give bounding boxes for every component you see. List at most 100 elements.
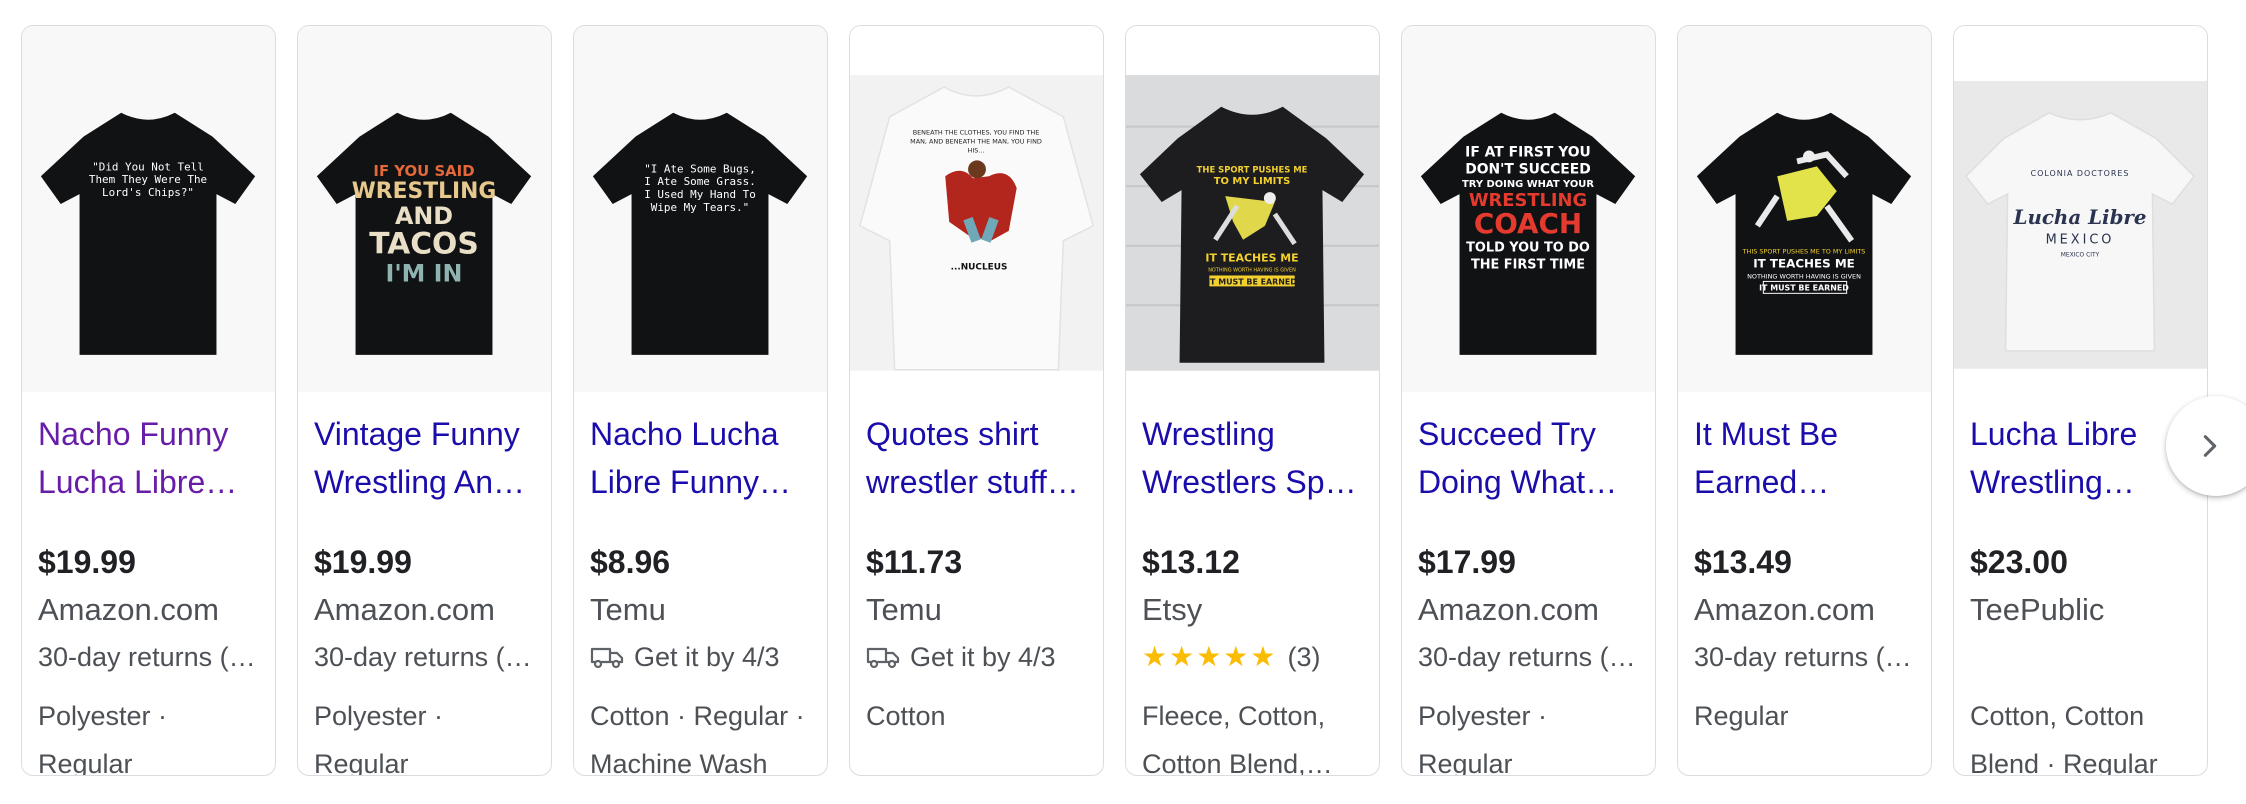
product-price: $8.96 bbox=[590, 544, 671, 580]
product-price: $13.12 bbox=[1142, 544, 1240, 580]
product-price: $11.73 bbox=[866, 544, 963, 580]
shirt-text: NOTHING WORTH HAVING IS GIVEN bbox=[1747, 272, 1861, 280]
shirt-text: IT MUST BE EARNED bbox=[1759, 283, 1849, 292]
shirt-text: "Did You Not Tell bbox=[92, 160, 204, 173]
product-attributes: Polyester · Regular bbox=[314, 701, 444, 776]
shirt-text: THE FIRST TIME bbox=[1471, 258, 1585, 273]
product-image[interactable]: "I Ate Some Bugs, I Ate Some Grass. I Us… bbox=[574, 26, 827, 392]
product-title[interactable]: Quotes shirt wrestler stuff nucleus bbox=[866, 410, 1089, 506]
shirt-text: DON'T SUCCEED bbox=[1465, 161, 1591, 177]
product-title[interactable]: It Must Be Earned Wrestling Shirt bbox=[1694, 410, 1917, 506]
product-card[interactable]: COLONIA DOCTORES Lucha Libre MEXICO MEXI… bbox=[1953, 25, 2208, 776]
product-seller: Amazon.com bbox=[1418, 592, 1599, 627]
product-attributes: Polyester · Regular bbox=[1418, 701, 1548, 776]
product-card[interactable]: THIS SPORT PUSHES ME TO MY LIMITS IT TEA… bbox=[1677, 25, 1932, 776]
delivery-info: Get it by 4/3 bbox=[866, 636, 1093, 678]
product-card[interactable]: "I Ate Some Bugs, I Ate Some Grass. I Us… bbox=[573, 25, 828, 776]
product-title[interactable]: Wrestling Wrestlers Sport Shirt bbox=[1142, 410, 1365, 506]
shirt-text: "I Ate Some Bugs, bbox=[644, 162, 756, 175]
product-card[interactable]: THE SPORT PUSHES ME TO MY LIMITS IT TEAC… bbox=[1125, 25, 1380, 776]
shirt-text: I Ate Some Grass. bbox=[644, 175, 756, 188]
shirt-text: Lord's Chips?" bbox=[102, 186, 194, 199]
shirt-text: THE SPORT PUSHES ME bbox=[1197, 164, 1308, 174]
product-price: $17.99 bbox=[1418, 544, 1516, 580]
truck-icon bbox=[866, 647, 900, 669]
chevron-right-icon bbox=[2203, 435, 2217, 457]
shirt-text: Wipe My Tears." bbox=[651, 201, 750, 214]
delivery-text: Get it by 4/3 bbox=[634, 642, 780, 672]
shirt-text: I'M IN bbox=[386, 259, 463, 287]
product-attributes: Cotton, Cotton Blend · Regular bbox=[1970, 701, 2158, 776]
shirt-text: I Used My Hand To bbox=[644, 188, 756, 201]
rating-count: (3) bbox=[1287, 642, 1321, 672]
returns-info: 30-day returns (most items) bbox=[38, 636, 265, 678]
shirt-text: COLONIA DOCTORES bbox=[2031, 169, 2130, 178]
product-seller: Amazon.com bbox=[1694, 592, 1875, 627]
product-title[interactable]: Vintage Funny Wrestling And Tacos I'm In bbox=[314, 410, 537, 506]
product-card[interactable]: BENEATH THE CLOTHES, YOU FIND THE MAN, A… bbox=[849, 25, 1104, 776]
product-image[interactable]: THIS SPORT PUSHES ME TO MY LIMITS IT TEA… bbox=[1678, 26, 1931, 392]
product-image[interactable]: BENEATH THE CLOTHES, YOU FIND THE MAN, A… bbox=[850, 26, 1103, 392]
product-price: $13.49 bbox=[1694, 544, 1792, 580]
product-attributes: Regular bbox=[1694, 701, 1789, 731]
product-image[interactable]: THE SPORT PUSHES ME TO MY LIMITS IT TEAC… bbox=[1126, 26, 1379, 392]
truck-icon bbox=[590, 647, 624, 669]
shirt-text: IT TEACHES ME bbox=[1205, 252, 1298, 265]
shirt-text: TACOS bbox=[369, 227, 479, 262]
product-price: $19.99 bbox=[38, 544, 136, 580]
returns-text: 30-day returns (most items) bbox=[38, 642, 265, 672]
shirt-text: WRESTLING bbox=[352, 179, 497, 204]
product-image[interactable]: COLONIA DOCTORES Lucha Libre MEXICO MEXI… bbox=[1954, 26, 2207, 392]
shirt-text: COACH bbox=[1474, 207, 1582, 240]
product-title[interactable]: Succeed Try Doing What Your Wrestling Co… bbox=[1418, 410, 1641, 506]
product-seller: TeePublic bbox=[1970, 592, 2105, 627]
product-attributes: Cotton bbox=[866, 701, 946, 731]
rating-stars: ★★★★★ bbox=[1142, 641, 1278, 672]
shirt-text: Lucha Libre bbox=[2013, 205, 2147, 229]
product-card[interactable]: "Did You Not Tell Them They Were The Lor… bbox=[21, 25, 276, 776]
shirt-text: BENEATH THE CLOTHES, YOU FIND THE bbox=[913, 129, 1040, 137]
returns-text: 30-day returns (most items) bbox=[1694, 642, 1921, 672]
product-image[interactable]: "Did You Not Tell Them They Were The Lor… bbox=[22, 26, 275, 392]
shirt-text: THIS SPORT PUSHES ME TO MY LIMITS bbox=[1742, 248, 1866, 256]
returns-text: 30-day returns (most items) bbox=[314, 642, 541, 672]
product-card[interactable]: IF AT FIRST YOU DON'T SUCCEED TRY DOING … bbox=[1401, 25, 1656, 776]
returns-info: 30-day returns (most items) bbox=[1418, 636, 1645, 678]
product-seller: Etsy bbox=[1142, 592, 1203, 627]
delivery-text: Get it by 4/3 bbox=[910, 642, 1056, 672]
returns-info: 30-day returns (most items) bbox=[314, 636, 541, 678]
product-image[interactable]: IF AT FIRST YOU DON'T SUCCEED TRY DOING … bbox=[1402, 26, 1655, 392]
product-seller: Temu bbox=[590, 592, 666, 627]
shirt-text: IF AT FIRST YOU bbox=[1465, 144, 1591, 160]
product-title[interactable]: Lucha Libre Wrestling Mexico City Tee bbox=[1970, 410, 2193, 506]
shirt-text: NOTHING WORTH HAVING IS GIVEN bbox=[1208, 268, 1296, 274]
returns-text: 30-day returns (most items) bbox=[1418, 642, 1645, 672]
shirt-text: TO MY LIMITS bbox=[1214, 176, 1291, 187]
rating[interactable]: ★★★★★ (3) bbox=[1142, 636, 1369, 678]
product-attributes: Cotton · Regular · Machine Wash bbox=[590, 701, 805, 776]
product-image[interactable]: IF YOU SAID WRESTLING AND TACOS I'M IN bbox=[298, 26, 551, 392]
shirt-text: IF YOU SAID bbox=[373, 162, 474, 180]
product-carousel: "Did You Not Tell Them They Were The Lor… bbox=[0, 0, 2246, 804]
product-attributes: Fleece, Cotton, Cotton Blend, Polyester bbox=[1142, 701, 1326, 776]
product-card[interactable]: IF YOU SAID WRESTLING AND TACOS I'M IN V… bbox=[297, 25, 552, 776]
product-attributes: Polyester · Regular bbox=[38, 701, 168, 776]
shirt-text: ...NUCLEUS bbox=[951, 263, 1008, 273]
shirt-text: TRY DOING WHAT YOUR bbox=[1462, 179, 1594, 190]
product-price: $23.00 bbox=[1970, 544, 2068, 580]
shirt-text: Them They Were The bbox=[89, 173, 207, 186]
returns-info: 30-day returns (most items) bbox=[1694, 636, 1921, 678]
shirt-text: IT MUST BE EARNED bbox=[1207, 277, 1297, 286]
product-seller: Temu bbox=[866, 592, 942, 627]
shirt-text: HIS... bbox=[968, 146, 985, 154]
shirt-text: TOLD YOU TO DO bbox=[1466, 241, 1590, 256]
shirt-text: MEXICO bbox=[2046, 233, 2115, 248]
delivery-info: Get it by 4/3 bbox=[590, 636, 817, 678]
product-seller: Amazon.com bbox=[38, 592, 219, 627]
shirt-text: MEXICO CITY bbox=[2061, 252, 2100, 259]
shirt-text: IT TEACHES ME bbox=[1753, 257, 1855, 271]
shirt-text: MAN, AND BENEATH THE MAN, YOU FIND bbox=[910, 138, 1042, 146]
product-price: $19.99 bbox=[314, 544, 412, 580]
product-title[interactable]: Nacho Lucha Libre Funny Quote Shirt bbox=[590, 410, 813, 506]
product-title[interactable]: Nacho Funny Lucha Libre Wrestling T-Shir… bbox=[38, 410, 261, 506]
